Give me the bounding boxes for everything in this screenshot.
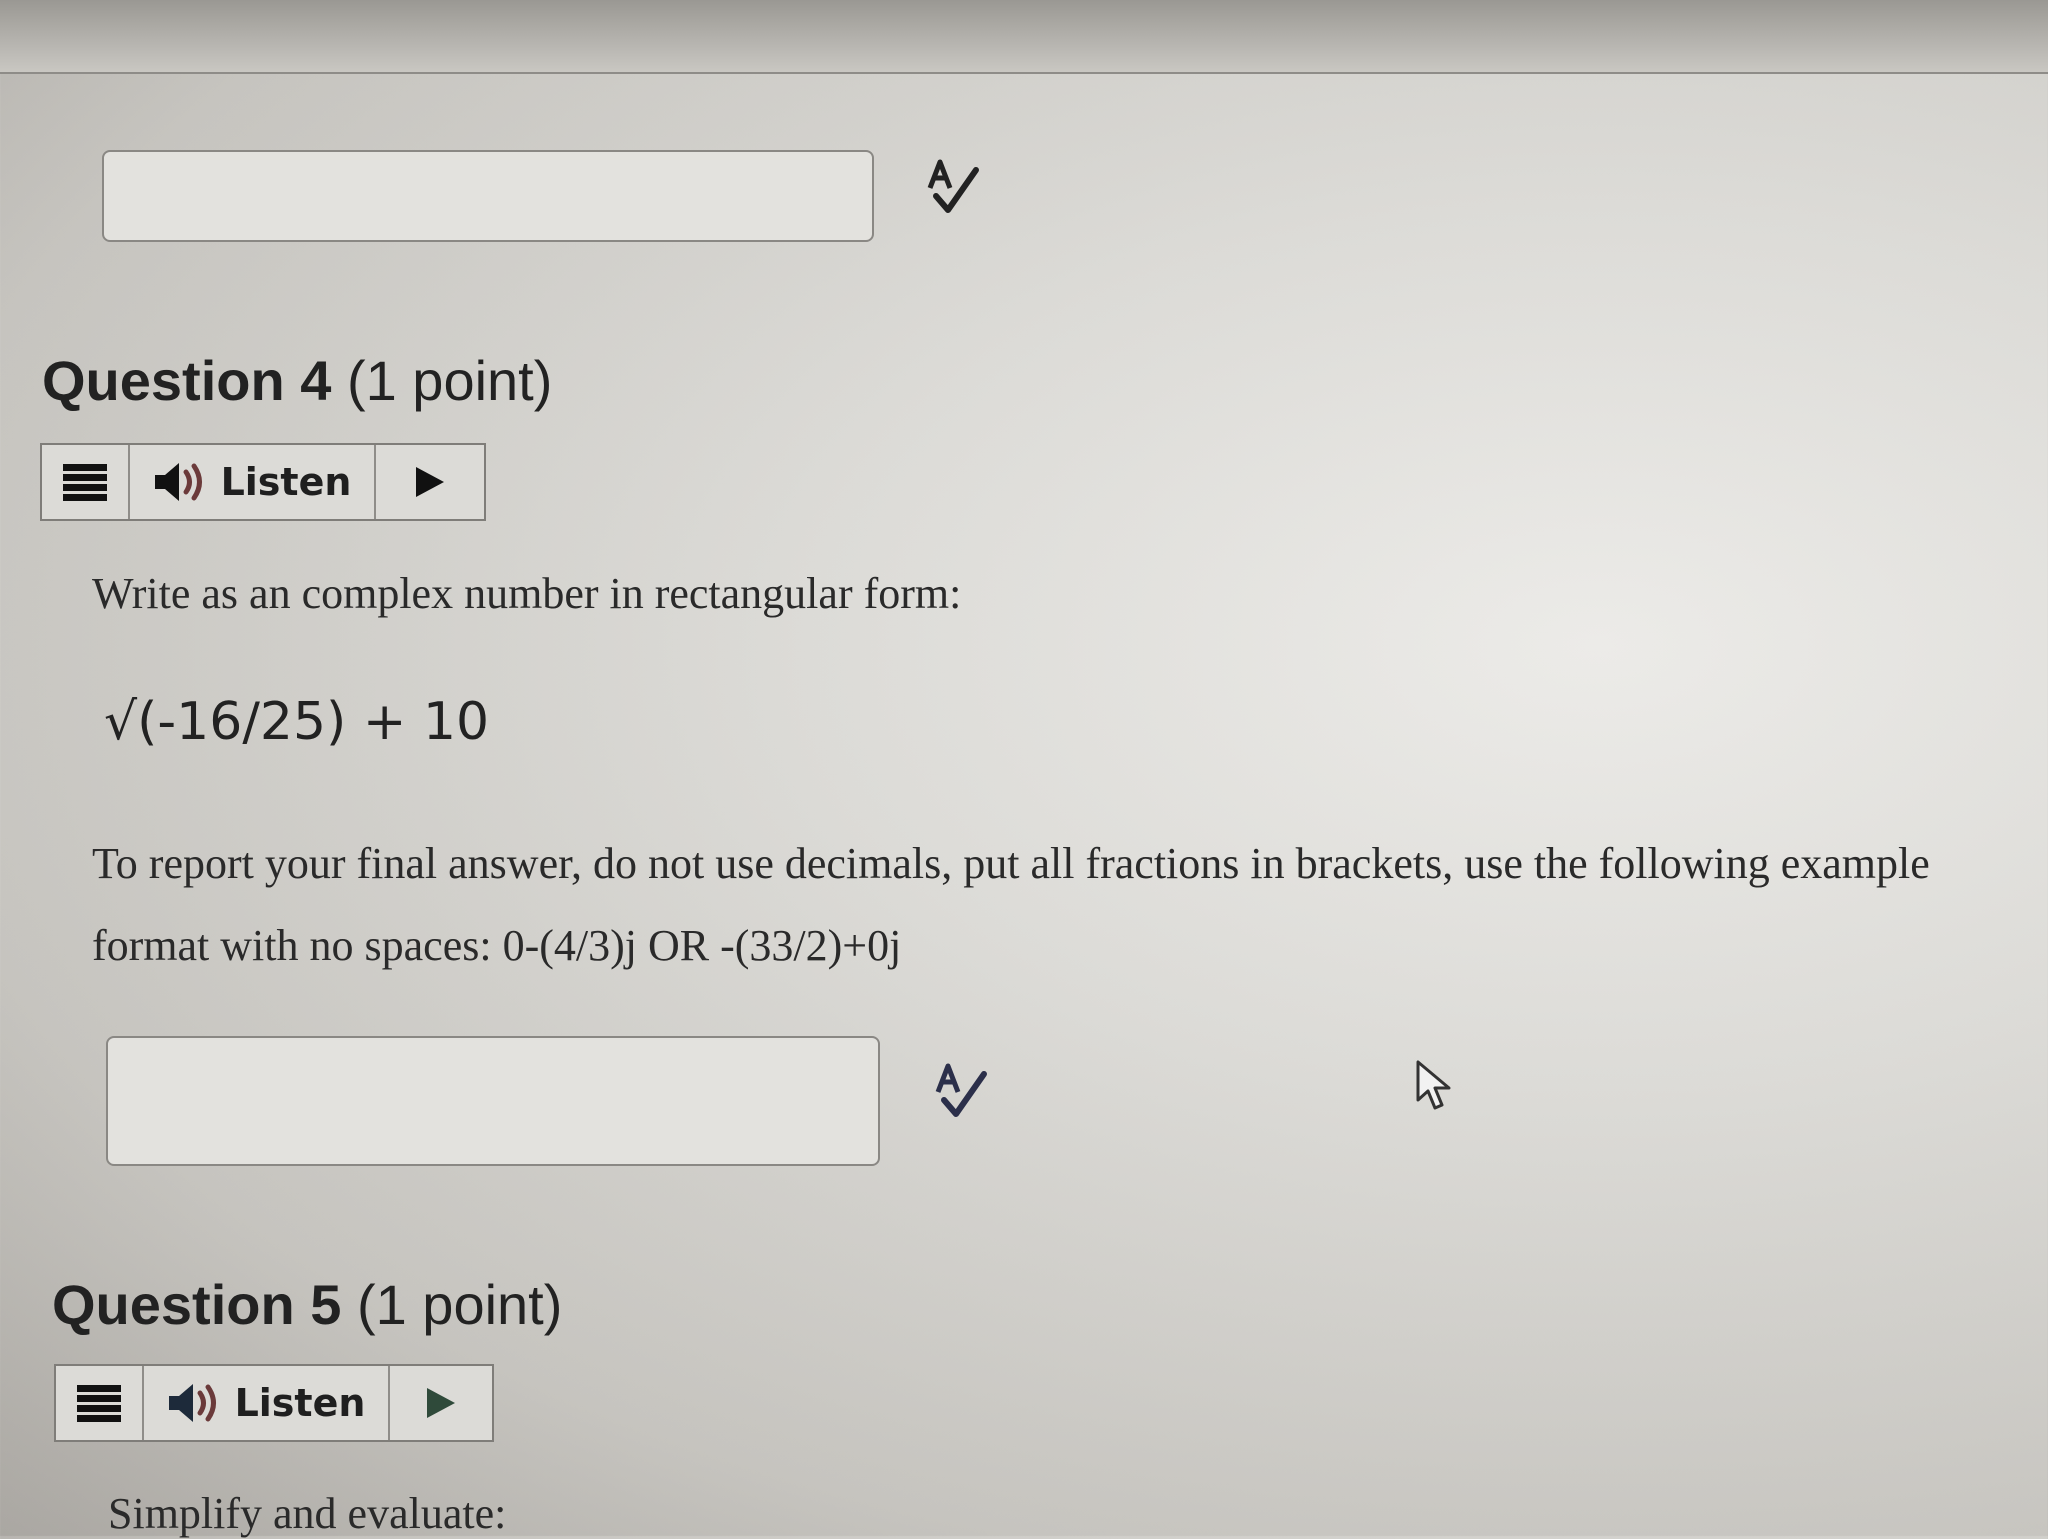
top-divider <box>0 72 2048 74</box>
listen-button[interactable]: Listen <box>144 1366 390 1440</box>
question-4-instructions-line-1: To report your final answer, do not use … <box>92 839 1930 888</box>
speaker-icon <box>168 1384 216 1422</box>
menu-icon <box>63 464 107 501</box>
question-4-points: (1 point) <box>346 349 553 412</box>
play-button[interactable] <box>376 445 484 519</box>
spellcheck-icon[interactable] <box>932 1062 990 1122</box>
play-icon <box>416 467 444 497</box>
spellcheck-icon[interactable] <box>924 158 982 218</box>
question-4-instructions-line-2: format with no spaces: 0-(4/3)j OR -(33/… <box>92 921 902 970</box>
play-icon <box>427 1388 455 1418</box>
question-4-answer-input[interactable] <box>106 1036 880 1166</box>
listen-label: Listen <box>220 460 352 504</box>
question-5-prompt: Simplify and evaluate: <box>108 1489 507 1538</box>
question-5-listen-bar: Listen <box>54 1364 494 1442</box>
question-3-answer-input[interactable] <box>102 150 874 242</box>
question-5-label: Question 5 <box>52 1273 342 1336</box>
question-4-listen-bar: Listen <box>40 443 486 521</box>
question-4-label: Question 4 <box>42 349 332 412</box>
question-4-prompt: Write as an complex number in rectangula… <box>92 569 962 618</box>
top-strip <box>0 0 2048 72</box>
listen-button[interactable]: Listen <box>130 445 376 519</box>
question-4-title: Question 4 (1 point) <box>42 348 552 413</box>
question-4-expression: √(-16/25) + 10 <box>104 692 490 752</box>
menu-icon <box>77 1385 121 1422</box>
question-5-points: (1 point) <box>356 1273 563 1336</box>
listen-label: Listen <box>234 1381 366 1425</box>
speaker-icon <box>154 463 202 501</box>
question-5-title: Question 5 (1 point) <box>52 1272 562 1337</box>
play-button[interactable] <box>390 1366 492 1440</box>
listen-menu-button[interactable] <box>56 1366 144 1440</box>
mouse-pointer-icon <box>1416 1060 1451 1110</box>
listen-menu-button[interactable] <box>42 445 130 519</box>
